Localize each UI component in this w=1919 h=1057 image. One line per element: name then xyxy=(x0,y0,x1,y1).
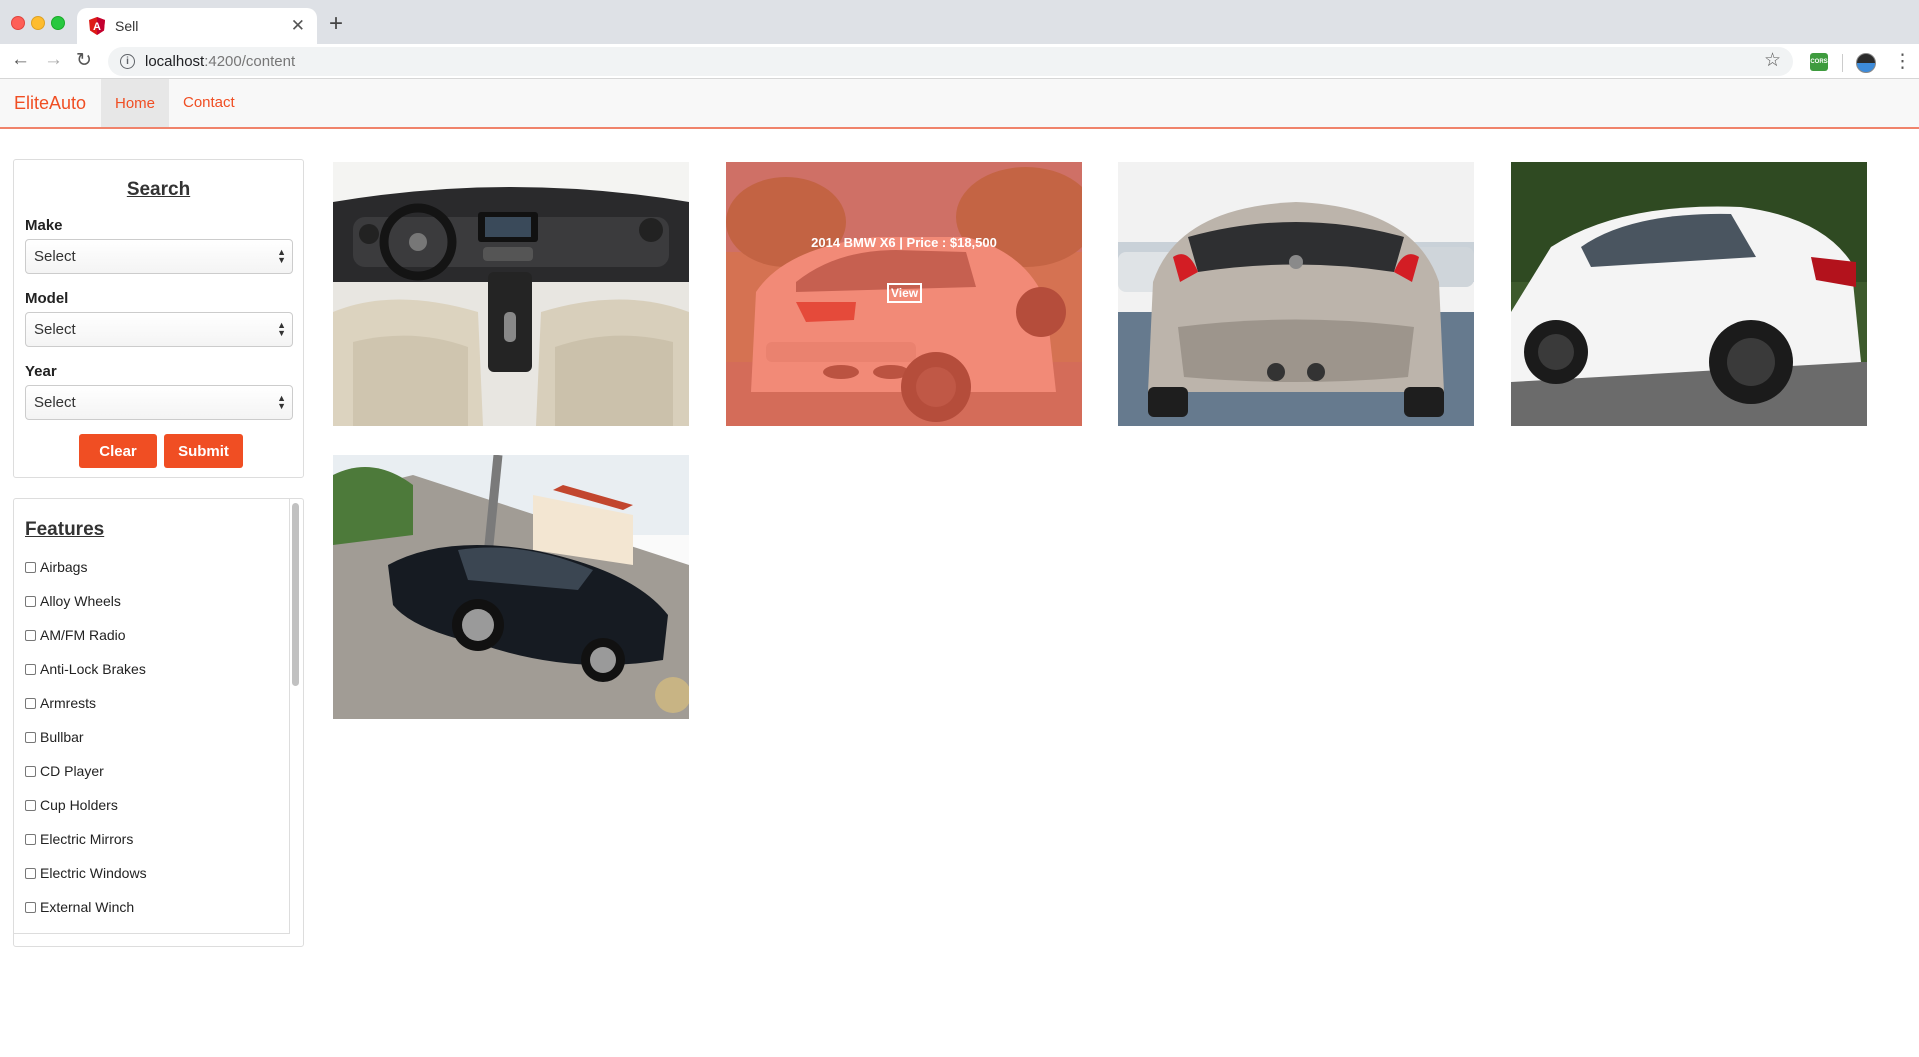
maximize-window-button[interactable] xyxy=(51,16,65,30)
feature-item[interactable]: CD Player xyxy=(25,763,104,779)
tab-title: Sell xyxy=(115,18,139,34)
make-label: Make xyxy=(25,217,63,234)
car-listing-card[interactable] xyxy=(333,162,689,426)
url-host: localhost xyxy=(145,53,205,70)
model-select[interactable]: Select ▲ ▼ xyxy=(25,312,293,347)
close-window-button[interactable] xyxy=(11,16,25,30)
select-arrows-icon: ▲ ▼ xyxy=(277,393,286,411)
close-tab-icon[interactable]: ✕ xyxy=(291,16,305,36)
feature-item[interactable]: Cup Holders xyxy=(25,797,118,813)
car-interior-photo xyxy=(333,162,689,426)
browser-menu-icon[interactable]: ⋮ xyxy=(1893,50,1912,73)
view-button[interactable]: View xyxy=(887,283,923,303)
feature-item[interactable]: Armrests xyxy=(25,695,96,711)
car-caption: 2014 BMW X6 | Price : $18,500 xyxy=(811,235,997,250)
feature-label: Bullbar xyxy=(40,729,84,745)
feature-label: Anti-Lock Brakes xyxy=(40,661,146,677)
select-arrows-icon: ▲ ▼ xyxy=(277,247,286,265)
select-arrows-icon: ▲ ▼ xyxy=(277,320,286,338)
model-select-value: Select xyxy=(34,321,76,338)
submit-button[interactable]: Submit xyxy=(164,434,243,468)
black-sedan-photo xyxy=(333,455,689,719)
feature-item[interactable]: Bullbar xyxy=(25,729,84,745)
feature-label: Alloy Wheels xyxy=(40,593,121,609)
browser-tab[interactable]: A Sell ✕ xyxy=(77,8,317,44)
feature-checkbox[interactable] xyxy=(25,867,36,879)
app-navbar: EliteAuto Home Contact xyxy=(0,79,1919,129)
reload-icon[interactable]: ↻ xyxy=(76,49,92,72)
make-select[interactable]: Select ▲ ▼ xyxy=(25,239,293,274)
feature-checkbox[interactable] xyxy=(25,561,36,573)
feature-checkbox[interactable] xyxy=(25,799,36,811)
nav-home-link[interactable]: Home xyxy=(101,79,169,127)
address-bar[interactable]: i localhost:4200/content ☆ xyxy=(108,47,1793,76)
toolbar-divider xyxy=(1842,54,1843,72)
feature-label: External Winch xyxy=(40,899,135,915)
feature-checkbox[interactable] xyxy=(25,901,36,913)
features-title: Features xyxy=(25,519,105,540)
feature-item[interactable]: Alloy Wheels xyxy=(25,593,121,609)
profile-avatar[interactable] xyxy=(1856,53,1876,73)
make-select-value: Select xyxy=(34,248,76,265)
clear-button[interactable]: Clear xyxy=(79,434,157,468)
feature-label: CD Player xyxy=(40,763,104,779)
feature-checkbox[interactable] xyxy=(25,663,36,675)
feature-checkbox[interactable] xyxy=(25,697,36,709)
feature-item[interactable]: Electric Mirrors xyxy=(25,831,133,847)
cors-extension-icon[interactable]: CORS xyxy=(1810,53,1828,71)
car-listing-card[interactable]: 2014 BMW X6 | Price : $18,500 View xyxy=(726,162,1082,426)
back-icon[interactable]: ← xyxy=(11,49,30,71)
feature-item[interactable]: Electric Windows xyxy=(25,865,147,881)
model-label: Model xyxy=(25,290,69,307)
feature-label: Cup Holders xyxy=(40,797,118,813)
features-scrollbar[interactable] xyxy=(292,503,299,686)
site-info-icon[interactable]: i xyxy=(120,54,135,69)
browser-tabstrip: A Sell ✕ + xyxy=(0,0,1919,44)
search-title: Search xyxy=(126,179,191,200)
minimize-window-button[interactable] xyxy=(31,16,45,30)
feature-label: Electric Mirrors xyxy=(40,831,134,847)
new-tab-icon[interactable]: + xyxy=(329,10,343,38)
car-listing-card[interactable] xyxy=(1511,162,1867,426)
feature-label: Electric Windows xyxy=(40,865,147,881)
brand-link[interactable]: EliteAuto xyxy=(14,93,86,114)
angular-icon: A xyxy=(89,17,105,35)
year-select[interactable]: Select ▲ ▼ xyxy=(25,385,293,420)
white-sedan-photo xyxy=(1511,162,1867,426)
silver-hatchback-photo xyxy=(1118,162,1474,426)
feature-item[interactable]: External Winch xyxy=(25,899,134,915)
car-listing-card[interactable] xyxy=(1118,162,1474,426)
feature-checkbox[interactable] xyxy=(25,629,36,641)
feature-item[interactable]: Airbags xyxy=(25,559,87,575)
feature-label: Armrests xyxy=(40,695,96,711)
feature-item[interactable]: Anti-Lock Brakes xyxy=(25,661,146,677)
browser-toolbar: ← → ↻ i localhost:4200/content ☆ CORS ⋮ xyxy=(0,44,1919,79)
feature-checkbox[interactable] xyxy=(25,765,36,777)
year-label: Year xyxy=(25,363,57,380)
feature-label: AM/FM Radio xyxy=(40,627,126,643)
feature-checkbox[interactable] xyxy=(25,833,36,845)
features-panel: Features Airbags Alloy Wheels AM/FM Radi… xyxy=(13,498,304,947)
feature-checkbox[interactable] xyxy=(25,731,36,743)
url-path: :4200/content xyxy=(204,53,296,70)
car-hover-overlay: 2014 BMW X6 | Price : $18,500 View xyxy=(726,162,1082,426)
year-select-value: Select xyxy=(34,394,76,411)
svg-text:A: A xyxy=(93,21,101,33)
feature-label: Airbags xyxy=(40,559,88,575)
search-panel: Search Make Select ▲ ▼ Model Select ▲ ▼ Ye… xyxy=(13,159,304,478)
car-listing-card[interactable] xyxy=(333,455,689,719)
nav-contact-link[interactable]: Contact xyxy=(183,94,235,111)
forward-icon[interactable]: → xyxy=(44,49,63,71)
bookmark-star-icon[interactable]: ☆ xyxy=(1764,49,1781,72)
feature-item[interactable]: AM/FM Radio xyxy=(25,627,126,643)
feature-checkbox[interactable] xyxy=(25,595,36,607)
